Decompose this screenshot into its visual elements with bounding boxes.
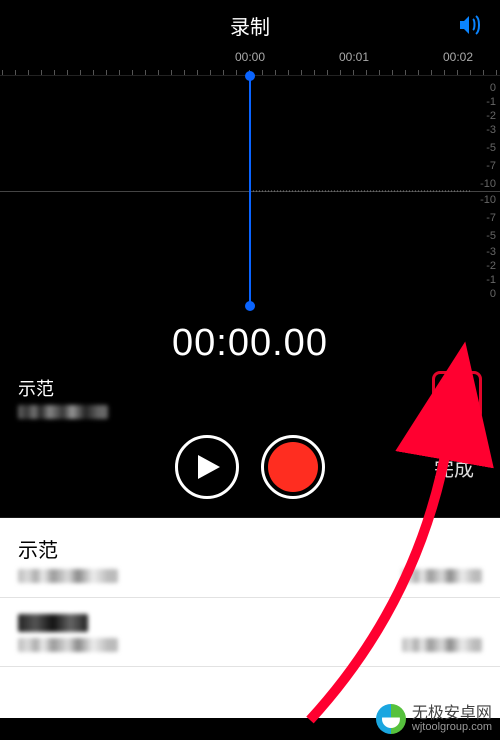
db-label: -10 [480, 194, 496, 206]
current-time: 00:00.00 [0, 306, 500, 375]
ruler-tick [41, 70, 42, 75]
ruler-tick [67, 70, 68, 75]
ruler-tick [301, 70, 302, 75]
trim-button[interactable] [432, 371, 482, 421]
db-label: -1 [486, 274, 496, 286]
redacted-text [18, 614, 88, 632]
ruler-tick [483, 70, 484, 75]
ruler-tick [223, 70, 224, 75]
ruler-tick [119, 70, 120, 75]
controls-row: 完成 [0, 429, 500, 518]
db-label: 0 [490, 288, 496, 300]
redacted-text [18, 638, 118, 652]
recording-info-row: 示范 [0, 375, 500, 429]
ruler-tick [444, 70, 445, 75]
ruler-tick [184, 70, 185, 75]
ruler-tick [28, 70, 29, 75]
header: 录制 [0, 0, 500, 50]
speaker-icon[interactable] [458, 14, 484, 41]
page-title: 录制 [230, 11, 270, 40]
ruler-tick [327, 70, 328, 75]
tick-label: 00:01 [339, 50, 369, 64]
ruler-tick [496, 70, 497, 75]
db-label: -2 [486, 260, 496, 272]
ruler-tick [288, 70, 289, 75]
db-label: -10 [480, 178, 496, 190]
ruler-tick [93, 70, 94, 75]
db-label: -1 [486, 96, 496, 108]
recordings-list: 示范 [0, 518, 500, 718]
ruler-tick [262, 70, 263, 75]
tick-label: 00:02 [443, 50, 473, 64]
redacted-text [402, 569, 482, 583]
ruler-tick [405, 70, 406, 75]
ruler-tick [353, 70, 354, 75]
ruler-tick [431, 70, 432, 75]
ruler-tick [15, 70, 16, 75]
ruler-tick [340, 70, 341, 75]
ruler-tick [470, 70, 471, 75]
ruler-tick [379, 70, 380, 75]
record-button[interactable] [261, 435, 325, 499]
ruler-tick [197, 70, 198, 75]
play-button[interactable] [175, 435, 239, 499]
redacted-text [402, 638, 482, 652]
ruler-tick [132, 70, 133, 75]
ruler-tick [457, 70, 458, 75]
db-label: -3 [486, 124, 496, 136]
ruler-tick [158, 70, 159, 75]
waveform-dots [252, 190, 470, 192]
db-label: -7 [486, 212, 496, 224]
ruler-tick [366, 70, 367, 75]
list-item-title: 示范 [18, 534, 482, 563]
watermark-logo-icon [376, 704, 406, 734]
list-item[interactable]: 示范 [0, 518, 500, 598]
ruler-tick [275, 70, 276, 75]
list-item[interactable] [0, 598, 500, 667]
ruler-tick [314, 70, 315, 75]
redacted-text [18, 569, 118, 583]
db-label: -3 [486, 246, 496, 258]
watermark: 无极安卓网 wjtoolgroup.com [376, 704, 492, 734]
playhead-handle-bottom[interactable] [245, 301, 255, 311]
ruler-tick [54, 70, 55, 75]
ruler-tick [80, 70, 81, 75]
ruler-tick [210, 70, 211, 75]
db-label: 0 [490, 82, 496, 94]
waveform-area[interactable]: 0 -1 -2 -3 -5 -7 -10 -10 -7 -5 -3 -2 -1 … [0, 76, 500, 306]
ruler-tick [145, 70, 146, 75]
record-button-inner [268, 442, 318, 492]
db-label: -7 [486, 160, 496, 172]
tick-label: 00:00 [235, 50, 265, 64]
playhead[interactable] [249, 76, 251, 306]
ruler-tick [106, 70, 107, 75]
watermark-url: wjtoolgroup.com [412, 722, 492, 733]
db-label: -2 [486, 110, 496, 122]
done-button[interactable]: 完成 [434, 453, 474, 482]
ruler-tick [392, 70, 393, 75]
recording-name[interactable]: 示范 [18, 375, 108, 401]
ruler-tick [2, 70, 3, 75]
redacted-text [18, 405, 108, 419]
ruler-tick [418, 70, 419, 75]
ruler-tick [171, 70, 172, 75]
db-label: -5 [486, 142, 496, 154]
watermark-name: 无极安卓网 [412, 706, 492, 722]
ruler-tick [236, 70, 237, 75]
playhead-handle-top[interactable] [245, 71, 255, 81]
db-label: -5 [486, 230, 496, 242]
